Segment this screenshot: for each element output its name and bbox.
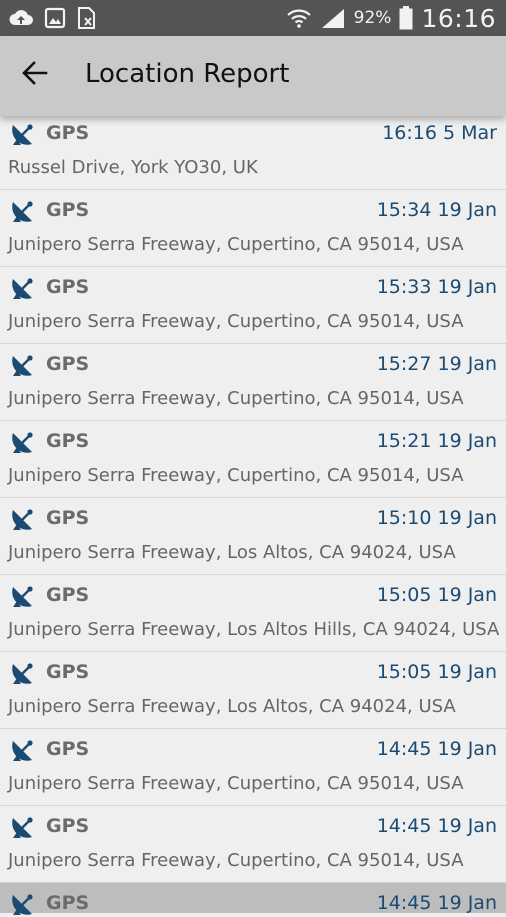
notification-icons — [8, 6, 98, 30]
report-address: Junipero Serra Freeway, Cupertino, CA 95… — [8, 234, 464, 255]
list-item[interactable]: GPS 15:33 19 Jan Junipero Serra Freeway,… — [0, 267, 506, 344]
page-title: Location Report — [85, 59, 290, 89]
source-label: GPS — [46, 353, 90, 375]
source-label: GPS — [46, 507, 90, 529]
report-time: 14:45 19 Jan — [376, 738, 497, 760]
report-address: Junipero Serra Freeway, Cupertino, CA 95… — [8, 773, 464, 794]
satellite-dish-icon — [12, 201, 33, 222]
report-time: 14:45 19 Jan — [376, 892, 497, 914]
satellite-dish-icon — [12, 663, 33, 684]
source-label: GPS — [46, 815, 90, 837]
satellite-dish-icon — [12, 124, 33, 145]
satellite-dish-icon — [12, 740, 33, 761]
satellite-dish-icon — [12, 894, 33, 915]
source-label: GPS — [46, 584, 90, 606]
report-time: 15:21 19 Jan — [376, 430, 497, 452]
source-label: GPS — [46, 738, 90, 760]
report-time: 16:16 5 Mar — [382, 122, 497, 144]
source-label: GPS — [46, 199, 90, 221]
sim-card-off-icon — [78, 7, 95, 29]
report-address: Junipero Serra Freeway, Los Altos, CA 94… — [8, 542, 456, 563]
source-label: GPS — [46, 276, 90, 298]
image-icon — [44, 7, 66, 29]
app-bar: Location Report — [0, 36, 506, 116]
system-icons: 92% 16:16 — [286, 0, 496, 36]
report-time: 15:33 19 Jan — [376, 276, 497, 298]
satellite-dish-icon — [12, 509, 33, 530]
report-time: 15:05 19 Jan — [376, 584, 497, 606]
satellite-dish-icon — [12, 278, 33, 299]
location-report-list: GPS 16:16 5 Mar Russel Drive, York YO30,… — [0, 116, 506, 915]
report-time: 15:27 19 Jan — [376, 353, 497, 375]
list-item[interactable]: GPS 15:21 19 Jan Junipero Serra Freeway,… — [0, 421, 506, 498]
source-label: GPS — [46, 430, 90, 452]
list-item[interactable]: GPS 15:05 19 Jan Junipero Serra Freeway,… — [0, 652, 506, 729]
list-item[interactable]: GPS 15:10 19 Jan Junipero Serra Freeway,… — [0, 498, 506, 575]
signal-icon — [321, 9, 344, 28]
satellite-dish-icon — [12, 817, 33, 838]
list-item[interactable]: GPS 14:45 19 Jan Junipero Serra Freeway,… — [0, 729, 506, 806]
report-address: Junipero Serra Freeway, Cupertino, CA 95… — [8, 388, 464, 409]
source-label: GPS — [46, 122, 90, 144]
source-label: GPS — [46, 892, 90, 914]
list-item[interactable]: GPS 16:16 5 Mar Russel Drive, York YO30,… — [0, 116, 506, 190]
report-time: 15:34 19 Jan — [376, 199, 497, 221]
cloud-upload-icon — [9, 10, 33, 25]
report-address: Junipero Serra Freeway, Los Altos, CA 94… — [8, 696, 456, 717]
battery-percent: 92% — [353, 8, 392, 28]
wifi-icon — [286, 9, 311, 28]
battery-icon — [399, 6, 413, 30]
list-item[interactable]: GPS 15:05 19 Jan Junipero Serra Freeway,… — [0, 575, 506, 652]
arrow-left-icon — [22, 61, 48, 85]
list-item[interactable]: GPS 14:45 19 Jan Junipero Serra Freeway,… — [0, 806, 506, 883]
list-item[interactable]: GPS 15:34 19 Jan Junipero Serra Freeway,… — [0, 190, 506, 267]
report-time: 14:45 19 Jan — [376, 815, 497, 837]
report-time: 15:10 19 Jan — [376, 507, 497, 529]
report-address: Russel Drive, York YO30, UK — [8, 157, 258, 178]
list-item[interactable]: GPS 15:27 19 Jan Junipero Serra Freeway,… — [0, 344, 506, 421]
satellite-dish-icon — [12, 586, 33, 607]
report-address: Junipero Serra Freeway, Cupertino, CA 95… — [8, 465, 464, 486]
report-time: 15:05 19 Jan — [376, 661, 497, 683]
back-button[interactable] — [20, 58, 60, 94]
report-address: Junipero Serra Freeway, Cupertino, CA 95… — [8, 311, 464, 332]
clock: 16:16 — [421, 3, 496, 33]
satellite-dish-icon — [12, 432, 33, 453]
report-address: Junipero Serra Freeway, Cupertino, CA 95… — [8, 850, 464, 871]
report-address: Junipero Serra Freeway, Los Altos Hills,… — [8, 619, 500, 640]
list-item-pressed[interactable]: GPS 14:45 19 Jan — [0, 883, 506, 915]
satellite-dish-icon — [12, 355, 33, 376]
status-bar: 92% 16:16 — [0, 0, 506, 36]
source-label: GPS — [46, 661, 90, 683]
